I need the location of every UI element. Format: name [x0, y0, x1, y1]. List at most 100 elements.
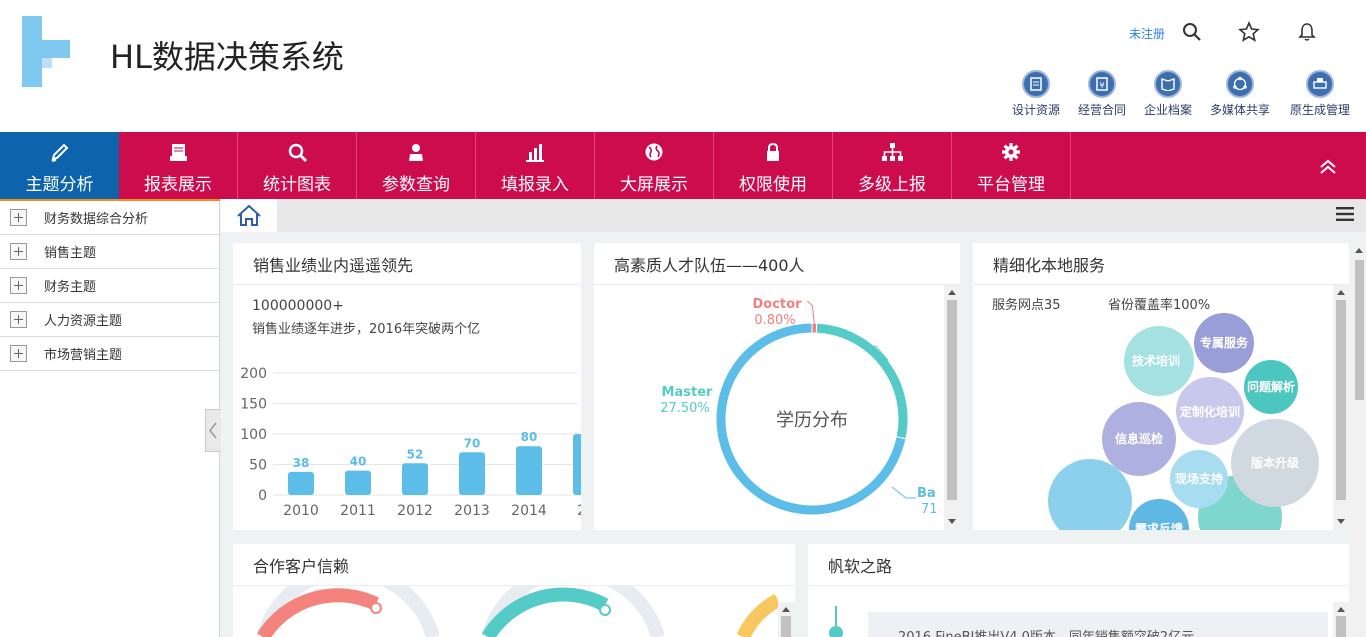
- shortcut-label: 企业档案: [1143, 103, 1192, 117]
- user-icon: [409, 144, 423, 161]
- talent-panel: 高素质人才队伍——400人 学历分布 Doctor 0.80% Master 27.50…: [594, 243, 960, 530]
- slice-percent-label: 0.80%: [754, 313, 795, 328]
- bubble-label: 专属服务: [1200, 335, 1249, 350]
- hierarchy-icon: [882, 143, 903, 161]
- shortcut-management[interactable]: 原生成管理: [1285, 70, 1355, 118]
- x-tick-label: 2011: [340, 503, 376, 519]
- sidebar-item-label: 市场营销主题: [44, 348, 123, 363]
- bar-chart-icon: [526, 144, 544, 162]
- media-share-icon: [1226, 70, 1254, 98]
- nav-label: 报表展示: [144, 175, 212, 195]
- expand-icon[interactable]: [10, 277, 27, 294]
- slice-name-label: Master: [662, 385, 713, 400]
- label-line: [807, 300, 815, 324]
- expand-icon[interactable]: [10, 345, 27, 362]
- star-icon[interactable]: [1238, 21, 1260, 43]
- expand-icon[interactable]: [10, 311, 27, 328]
- data-label: 40: [350, 455, 367, 469]
- nav-label: 主题分析: [25, 175, 94, 195]
- pencil-icon: [51, 143, 69, 162]
- panel-title: 帆软之路: [828, 557, 893, 576]
- bar: [459, 452, 485, 495]
- main-nav: 主题分析 报表展示 统计图表 参数查询 填报录入 大屏展示 权限使用 多级上报 …: [0, 132, 1366, 199]
- sidebar-item-sales[interactable]: 销售主题: [0, 235, 219, 269]
- logo-icon: [22, 16, 70, 87]
- service-scrollbar[interactable]: [1333, 285, 1349, 530]
- timeline-card: 2016 FineBI推出V4.0版本，同年销售额突破2亿元: [868, 612, 1328, 637]
- page-scrollbar[interactable]: [1352, 242, 1366, 637]
- panel-title: 合作客户信赖: [253, 557, 350, 576]
- nav-item-param-query[interactable]: 参数查询: [357, 132, 476, 199]
- clients-panel: 合作客户信赖: [233, 544, 795, 637]
- panel-title: 高素质人才队伍——400人: [614, 256, 805, 275]
- shortcut-design-resource[interactable]: 设计资源: [1001, 70, 1071, 118]
- sidebar-item-hr[interactable]: 人力资源主题: [0, 303, 219, 337]
- sidebar-item-finance-analysis[interactable]: 财务数据综合分析: [0, 201, 219, 235]
- nav-item-topic-analysis[interactable]: 主题分析: [0, 132, 119, 199]
- expand-icon[interactable]: [10, 209, 27, 226]
- shortcut-bar: 设计资源 ¥ 经营合同 企业档案 多媒体共享 原生成管理: [1005, 70, 1366, 120]
- talent-scrollbar[interactable]: [944, 285, 960, 530]
- lock-icon: [767, 142, 779, 161]
- sidebar-item-marketing[interactable]: 市场营销主题: [0, 337, 219, 371]
- slice-name-label: Doctor: [753, 297, 803, 312]
- y-tick-label: 100: [240, 427, 267, 443]
- nav-label: 平台管理: [977, 175, 1045, 195]
- sidebar-item-label: 人力资源主题: [44, 314, 123, 329]
- sales-headline: 100000000+: [252, 298, 344, 314]
- bell-icon[interactable]: [1296, 21, 1318, 43]
- sidebar-item-finance[interactable]: 财务主题: [0, 269, 219, 303]
- nav-item-multi-report[interactable]: 多级上报: [833, 132, 952, 199]
- register-link[interactable]: 未注册: [1129, 25, 1165, 42]
- slice-percent-label: 27.50%: [660, 401, 710, 416]
- sales-panel: 销售业绩业内遥遥领先 100000000+ 销售业绩逐年进步，2016年突破两个…: [233, 243, 581, 530]
- shortcut-contract[interactable]: ¥ 经营合同: [1067, 70, 1137, 118]
- nav-item-report[interactable]: 报表展示: [119, 132, 238, 199]
- shortcut-label: 多媒体共享: [1209, 103, 1270, 117]
- search-icon[interactable]: [1181, 21, 1203, 43]
- nav-item-permissions[interactable]: 权限使用: [714, 132, 833, 199]
- clients-scrollbar[interactable]: [778, 602, 795, 637]
- home-icon: [237, 204, 261, 226]
- nav-label: 填报录入: [501, 175, 569, 195]
- y-tick-label: 150: [240, 397, 267, 413]
- menu-icon[interactable]: [1336, 206, 1354, 222]
- timeline-text: 2016 FineBI推出V4.0版本，同年销售额突破2亿元: [898, 626, 1194, 637]
- bar: [402, 463, 428, 495]
- bubble-label: 问题解析: [1247, 379, 1295, 394]
- nav-item-platform[interactable]: 平台管理: [952, 132, 1071, 199]
- sales-description: 销售业绩逐年进步，2016年突破两个亿: [252, 322, 481, 337]
- bubble-label: 定制化培训: [1180, 404, 1240, 419]
- shortcut-archive[interactable]: 企业档案: [1133, 70, 1203, 118]
- timeline-dot: [829, 626, 843, 637]
- sidebar-toggle[interactable]: [205, 409, 221, 452]
- road-scrollbar[interactable]: [1333, 602, 1349, 637]
- shortcut-media-share[interactable]: 多媒体共享: [1205, 70, 1275, 118]
- report-icon: [170, 144, 187, 161]
- y-tick-label: 200: [240, 366, 267, 382]
- nav-item-data-entry[interactable]: 填报录入: [476, 132, 595, 199]
- nav-label: 多级上报: [858, 175, 926, 195]
- header: HL数据决策系统 未注册 设计资源 ¥ 经营合同 企业档案 多媒体共享 原生成管…: [0, 0, 1366, 132]
- archive-icon: [1154, 70, 1182, 98]
- panel-title: 精细化本地服务: [993, 256, 1106, 275]
- nav-item-big-screen[interactable]: 大屏展示: [595, 132, 714, 199]
- nav-label: 统计图表: [263, 175, 331, 195]
- nav-label: 权限使用: [739, 175, 807, 195]
- x-tick-label: 2012: [397, 503, 433, 519]
- home-tab[interactable]: [221, 199, 277, 232]
- bubble-label: 版本升级: [1251, 455, 1299, 470]
- expand-icon[interactable]: [10, 243, 27, 260]
- x-tick-label: 2010: [283, 503, 319, 519]
- svg-text:¥: ¥: [1099, 81, 1104, 90]
- gauge-arc: [736, 593, 778, 637]
- sidebar-item-label: 销售主题: [44, 246, 97, 261]
- tab-bar: [221, 199, 1366, 232]
- slice-name-label: Ba: [917, 486, 936, 501]
- road-panel: 帆软之路 2016 FineBI推出V4.0版本，同年销售额突破2亿元: [808, 544, 1349, 637]
- management-icon: [1306, 70, 1334, 98]
- donut-center-label: 学历分布: [776, 410, 848, 431]
- nav-item-stat-charts[interactable]: 统计图表: [238, 132, 357, 199]
- service-panel: 精细化本地服务 服务网点35 省份覆盖率100% 技术培训 专属服务 问题解析 …: [973, 243, 1349, 530]
- collapse-up-icon[interactable]: [1318, 157, 1338, 177]
